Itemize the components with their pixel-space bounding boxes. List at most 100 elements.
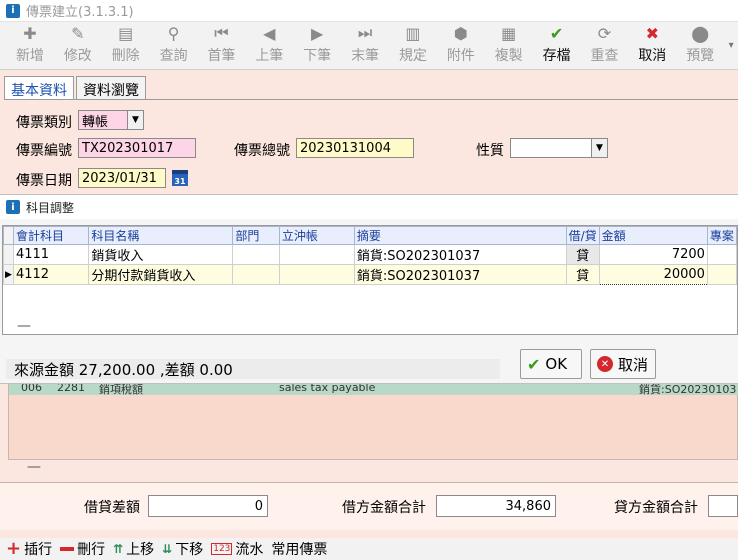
debit-total-field[interactable]: 34,860 bbox=[436, 495, 556, 517]
delete-icon: ▤ bbox=[118, 23, 134, 43]
col-header[interactable]: 專案 bbox=[706, 226, 738, 245]
dialog-title-bar: i 科目調整 bbox=[0, 195, 738, 219]
book-icon: ▥ bbox=[405, 23, 421, 43]
toolbar-button-refresh[interactable]: ⟳ 重查 bbox=[581, 22, 629, 68]
table-row[interactable]: 4111 銷貨收入 銷貨:SO202301037 貸 7200 bbox=[3, 244, 738, 265]
col-header[interactable]: 部門 bbox=[232, 226, 280, 245]
toolbar-button-preview[interactable]: ⬤ 預覽 bbox=[676, 22, 724, 68]
cell-dept[interactable] bbox=[232, 264, 280, 285]
cell-code[interactable]: 4111 bbox=[12, 244, 90, 265]
insert-row-button[interactable]: + 插行 bbox=[6, 539, 52, 559]
toolbar-button-label: 首筆 bbox=[207, 48, 236, 64]
toolbar-button-label: 附件 bbox=[446, 48, 475, 64]
cell-offset[interactable] bbox=[278, 244, 355, 265]
cell-amount[interactable]: 20000 bbox=[598, 264, 708, 285]
toolbar-button-save[interactable]: ✔ 存檔 bbox=[533, 22, 581, 68]
col-header[interactable]: 金額 bbox=[598, 226, 708, 245]
cell-dept[interactable] bbox=[232, 244, 280, 265]
toolbar-button-label: 查詢 bbox=[159, 48, 188, 64]
nature-label: 性質 bbox=[476, 143, 504, 159]
cell-amount[interactable]: 7200 bbox=[598, 244, 708, 265]
tab-data-browse[interactable]: 資料瀏覽 bbox=[76, 76, 146, 100]
voucher-type-select[interactable]: 轉帳 ▼ bbox=[78, 110, 144, 130]
next-icon: ▶ bbox=[311, 23, 324, 43]
toolbar-button-first[interactable]: ⏮ 首筆 bbox=[198, 22, 246, 68]
voucher-date-label: 傳票日期 bbox=[16, 173, 72, 189]
toolbar-button-delete[interactable]: ▤ 刪除 bbox=[102, 22, 150, 68]
cell-summary[interactable]: 銷貨:SO202301037 bbox=[353, 264, 567, 285]
col-header[interactable]: 立沖帳 bbox=[278, 226, 355, 245]
toolbar-button-label: 末筆 bbox=[351, 48, 380, 64]
toolbar-button-cancel[interactable]: ✖ 取消 bbox=[628, 22, 676, 68]
cell-offset[interactable] bbox=[278, 264, 355, 285]
toolbar-button-label: 修改 bbox=[63, 48, 92, 64]
new-icon: ✚ bbox=[23, 23, 37, 43]
main-toolbar: ✚ 新增 ✎ 修改 ▤ 刪除 ⚲ 查詢 ⏮ 首筆 ◀ 上筆 ▶ 下筆 ⏭ 末筆 ▥ 規定 ⬢ 附件 ▦ 複製 ✔ 存檔 ⟳ 重查 ✖… bbox=[0, 22, 738, 70]
cancel-x-icon: ✕ bbox=[597, 356, 613, 372]
check-icon: ✔ bbox=[527, 354, 541, 374]
down-arrows-icon: ⇊ bbox=[162, 542, 173, 556]
chevron-down-icon[interactable]: ▼ bbox=[127, 111, 143, 129]
cell-project[interactable] bbox=[706, 244, 738, 265]
debit-total-label: 借方金額合計 bbox=[342, 500, 426, 516]
account-adjust-dialog: i 科目調整 會計科目 科目名稱 部門 立沖帳 摘要 借/貸 金額 專案 411… bbox=[0, 194, 738, 384]
common-voucher-button[interactable]: 常用傳票 bbox=[271, 539, 327, 559]
col-header[interactable]: 會計科目 bbox=[12, 226, 90, 245]
toolbar-button-label: 取消 bbox=[638, 48, 667, 64]
voucher-total-no-label: 傳票總號 bbox=[234, 143, 290, 159]
cell-project[interactable] bbox=[706, 264, 738, 285]
chevron-down-icon[interactable]: ▼ bbox=[591, 139, 607, 157]
voucher-date-field[interactable]: 2023/01/31 bbox=[78, 168, 166, 188]
delete-row-button[interactable]: 刪行 bbox=[60, 539, 105, 559]
toolbar-more-icon[interactable]: ▾ bbox=[724, 22, 738, 68]
cancel-icon: ✖ bbox=[645, 23, 660, 43]
toolbar-button-prev[interactable]: ◀ 上筆 bbox=[245, 22, 293, 68]
toolbar-button-label: 刪除 bbox=[111, 48, 140, 64]
toolbar-button-new[interactable]: ✚ 新增 bbox=[6, 22, 54, 68]
move-down-button[interactable]: ⇊ 下移 bbox=[162, 539, 203, 559]
row-indicator bbox=[3, 244, 14, 265]
toolbar-button-edit[interactable]: ✎ 修改 bbox=[54, 22, 102, 68]
tab-bar: 基本資料 資料瀏覽 bbox=[4, 76, 148, 100]
diff-field[interactable]: 0 bbox=[148, 495, 268, 517]
toolbar-button-search[interactable]: ⚲ 查詢 bbox=[150, 22, 198, 68]
voucher-type-value: 轉帳 bbox=[82, 114, 109, 130]
cell-summary[interactable]: 銷貨:SO202301037 bbox=[353, 244, 567, 265]
move-up-button[interactable]: ⇈ 上移 bbox=[113, 539, 154, 559]
cell-name[interactable]: 分期付款銷貨收入 bbox=[88, 264, 234, 285]
voucher-total-no-field[interactable]: 20230131004 bbox=[296, 138, 414, 158]
table-row[interactable]: ▶ 4112 分期付款銷貨收入 銷貨:SO202301037 貸 20000 bbox=[3, 264, 738, 285]
cell-name[interactable]: 銷貨收入 bbox=[88, 244, 234, 265]
toolbar-button-label: 規定 bbox=[398, 48, 427, 64]
preview-icon: ⬤ bbox=[691, 23, 710, 43]
toolbar-button-label: 複製 bbox=[494, 48, 523, 64]
ok-button[interactable]: ✔ OK bbox=[520, 349, 582, 379]
grid-scrollbar-dash: — bbox=[27, 459, 41, 475]
toolbar-button-attach[interactable]: ⬢ 附件 bbox=[437, 22, 485, 68]
voucher-no-label: 傳票編號 bbox=[16, 143, 72, 159]
col-header[interactable]: 科目名稱 bbox=[88, 226, 234, 245]
col-header[interactable]: 借/貸 bbox=[565, 226, 600, 245]
tab-basic-info[interactable]: 基本資料 bbox=[4, 76, 74, 100]
voucher-detail-grid: 006 2281 銷項稅額 sales tax payable 銷貨:SO202… bbox=[8, 380, 738, 475]
cell-dc[interactable]: 貸 bbox=[565, 264, 600, 285]
credit-total-field[interactable] bbox=[708, 495, 738, 517]
cell-code[interactable]: 4112 bbox=[12, 264, 90, 285]
adjust-grid: 會計科目 科目名稱 部門 立沖帳 摘要 借/貸 金額 專案 4111 銷貨收入 bbox=[2, 225, 738, 335]
cancel-button[interactable]: ✕ 取消 bbox=[590, 349, 656, 379]
cell-dc[interactable]: 貸 bbox=[565, 244, 600, 265]
toolbar-button-book[interactable]: ▥ 規定 bbox=[389, 22, 437, 68]
toolbar-button-last[interactable]: ⏭ 末筆 bbox=[341, 22, 389, 68]
voucher-type-label: 傳票類別 bbox=[16, 115, 72, 131]
toolbar-button-next[interactable]: ▶ 下筆 bbox=[293, 22, 341, 68]
col-header[interactable]: 摘要 bbox=[353, 226, 567, 245]
nature-select[interactable]: ▼ bbox=[510, 138, 608, 158]
sequence-button[interactable]: 123 流水 bbox=[211, 539, 263, 559]
prev-icon: ◀ bbox=[263, 23, 276, 43]
voucher-no-field[interactable]: TX202301017 bbox=[78, 138, 196, 158]
toolbar-button-copy[interactable]: ▦ 複製 bbox=[485, 22, 533, 68]
first-icon: ⏮ bbox=[214, 23, 229, 42]
app-icon: i bbox=[6, 3, 20, 18]
adjust-table: 會計科目 科目名稱 部門 立沖帳 摘要 借/貸 金額 專案 4111 銷貨收入 bbox=[3, 226, 738, 285]
calendar-icon[interactable]: 31 bbox=[172, 170, 188, 186]
